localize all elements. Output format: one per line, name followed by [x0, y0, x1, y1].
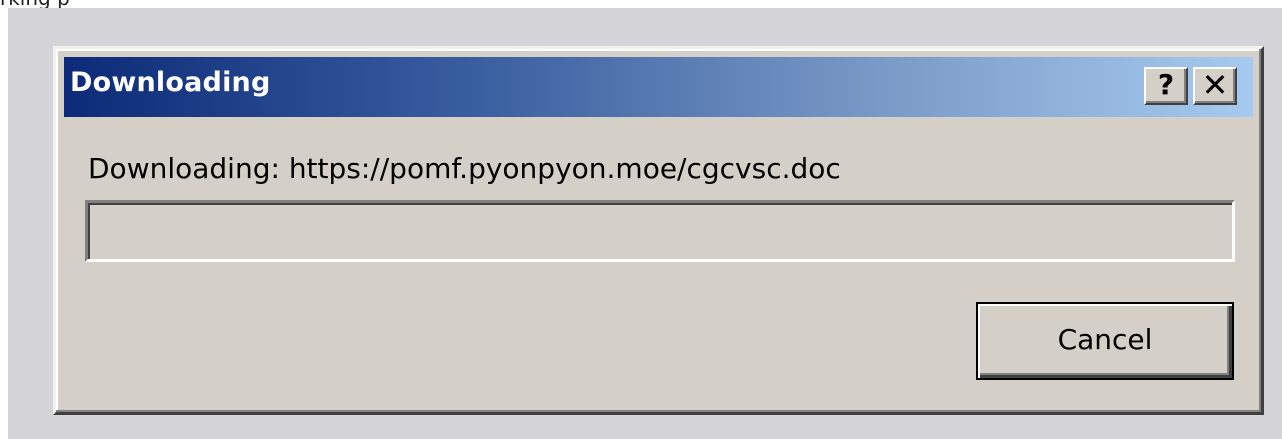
- desktop-background: Downloading ? ✕ Downloading: https://pom…: [8, 8, 1282, 439]
- help-button[interactable]: ?: [1144, 67, 1188, 105]
- dialog-titlebar[interactable]: Downloading ? ✕: [64, 57, 1253, 117]
- download-dialog: Downloading ? ✕ Downloading: https://pom…: [53, 46, 1264, 415]
- close-button[interactable]: ✕: [1193, 67, 1237, 105]
- background-text-strip: rking p: [0, 0, 1282, 8]
- download-message: Downloading: https://pomf.pyonpyon.moe/c…: [88, 152, 841, 185]
- download-progress-bar: [85, 200, 1235, 262]
- dialog-title: Downloading: [70, 67, 271, 98]
- help-icon: ?: [1157, 68, 1175, 101]
- close-icon: ✕: [1201, 66, 1229, 104]
- cancel-button[interactable]: Cancel: [976, 302, 1234, 380]
- background-text: rking p: [0, 0, 70, 8]
